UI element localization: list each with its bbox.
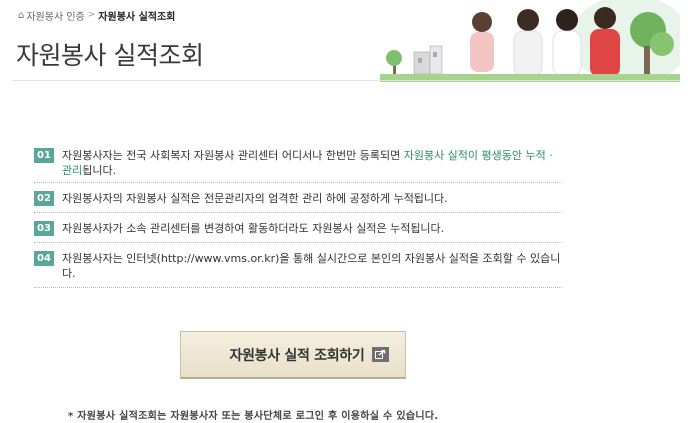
home-icon[interactable]: ⌂	[18, 10, 24, 21]
breadcrumb: ⌂ 자원봉사 인증 > 자원봉사 실적조회	[18, 8, 176, 23]
breadcrumb-home-link[interactable]: 자원봉사 인증	[26, 8, 84, 23]
info-text: 자원봉사자는 인터넷(http://www.vms.or.kr)을 통해 실시간…	[62, 252, 561, 280]
list-item: 04 자원봉사자는 인터넷(http://www.vms.or.kr)을 통해 …	[34, 247, 562, 288]
list-item: 03 자원봉사자가 소속 관리센터를 변경하여 활동하더라도 자원봉사 실적은 …	[34, 217, 562, 243]
info-text-end: 됩니다.	[82, 164, 117, 177]
header-divider	[12, 80, 680, 81]
breadcrumb-separator: >	[87, 10, 96, 20]
breadcrumb-current: 자원봉사 실적조회	[98, 11, 176, 23]
page-title: 자원봉사 실적조회	[16, 41, 204, 70]
login-note: * 자원봉사 실적조회는 자원봉사자 또는 봉사단체로 로그인 후 이용하실 수…	[68, 411, 439, 422]
header-banner-illustration	[380, 0, 680, 82]
info-text: 자원봉사자는 전국 사회복지 자원봉사 관리센터 어디서나 한번만 등록되면	[62, 149, 404, 162]
list-item: 02 자원봉사자의 자원봉사 실적은 전문관리자의 엄격한 관리 하에 공정하게…	[34, 187, 562, 213]
number-badge: 03	[34, 221, 54, 236]
external-arrow-icon	[372, 347, 389, 362]
number-badge: 02	[34, 191, 54, 206]
list-item: 01 자원봉사자는 전국 사회복지 자원봉사 관리센터 어디서나 한번만 등록되…	[34, 144, 562, 183]
query-button-label: 자원봉사 실적 조회하기	[229, 347, 365, 364]
info-list: 01 자원봉사자는 전국 사회복지 자원봉사 관리센터 어디서나 한번만 등록되…	[34, 144, 562, 288]
page-header: ⌂ 자원봉사 인증 > 자원봉사 실적조회 자원봉사 실적조회	[0, 0, 690, 84]
info-text: 자원봉사자의 자원봉사 실적은 전문관리자의 엄격한 관리 하에 공정하게 누적…	[62, 192, 448, 205]
number-badge: 04	[34, 251, 54, 266]
info-text: 자원봉사자가 소속 관리센터를 변경하여 활동하더라도 자원봉사 실적은 누적됩…	[62, 222, 445, 235]
query-record-button[interactable]: 자원봉사 실적 조회하기	[180, 331, 406, 379]
number-badge: 01	[34, 148, 54, 163]
